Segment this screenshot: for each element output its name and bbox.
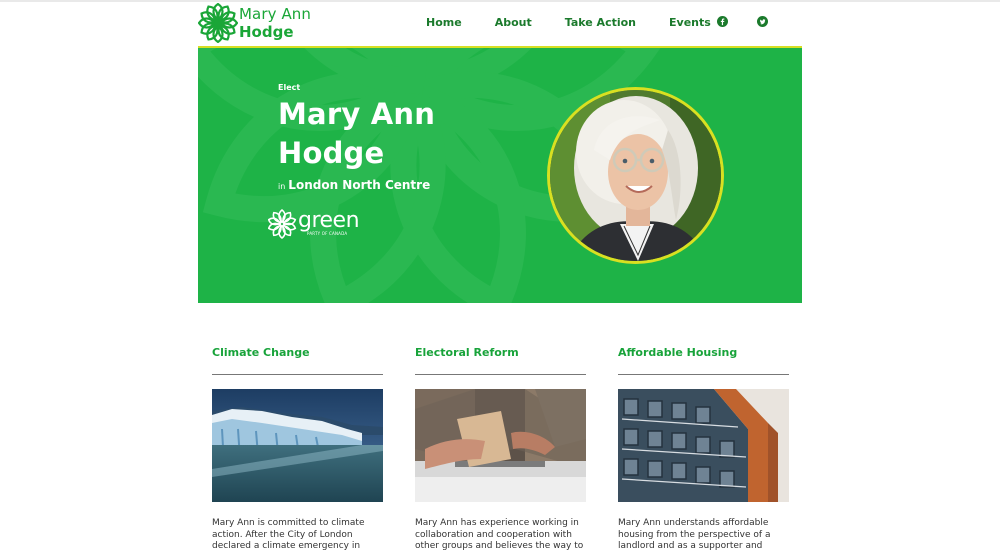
flower-logo-icon[interactable] <box>198 3 238 43</box>
main-nav: Home About Take Action Events <box>426 16 744 29</box>
apartment-building-photo[interactable] <box>618 389 789 502</box>
candidate-portrait <box>547 87 724 264</box>
issue-divider <box>415 374 586 375</box>
twitter-icon[interactable] <box>757 16 768 27</box>
issue-column-housing: Affordable Housing Mary Ann understands … <box>618 346 789 550</box>
issue-divider <box>212 374 383 375</box>
facebook-icon[interactable] <box>717 16 728 27</box>
nav-home[interactable]: Home <box>426 16 462 29</box>
issue-column-electoral: Electoral Reform Mary Ann has experience… <box>415 346 586 550</box>
portrait-illustration <box>550 90 721 261</box>
hero-banner: Elect Mary Ann Hodge in London North Cent… <box>198 48 802 303</box>
site-logo-text[interactable]: Mary Ann Hodge <box>239 5 311 41</box>
issue-text: Mary Ann is committed to climate action.… <box>212 518 365 550</box>
issue-title[interactable]: Electoral Reform <box>415 346 586 362</box>
issue-title[interactable]: Affordable Housing <box>618 346 789 362</box>
site-header: Mary Ann Hodge Home About Take Action Ev… <box>198 2 802 46</box>
issue-title[interactable]: Climate Change <box>212 346 383 362</box>
party-wordmark: green <box>298 208 360 233</box>
issue-divider <box>618 374 789 375</box>
glacier-photo[interactable] <box>212 389 383 502</box>
logo-line-last: Hodge <box>239 23 294 41</box>
nav-events[interactable]: Events <box>669 16 711 29</box>
riding-line: in London North Centre <box>278 174 430 193</box>
hero-elect-label: Elect <box>278 83 301 92</box>
riding-prefix: in <box>278 182 286 191</box>
issue-text: Mary Ann understands affordable housing … <box>618 518 771 550</box>
nav-take-action[interactable]: Take Action <box>565 16 636 29</box>
logo-line-first: Mary Ann <box>239 5 312 23</box>
party-subtitle: PARTY OF CANADA <box>307 231 348 236</box>
ballot-box-photo[interactable] <box>415 389 586 502</box>
candidate-name: Mary Ann Hodge <box>278 97 436 170</box>
issue-column-climate: Climate Change Mary Ann is committed to … <box>212 346 383 550</box>
nav-about[interactable]: About <box>495 16 532 29</box>
riding-name: London North Centre <box>288 178 431 192</box>
issue-text: Mary Ann has experience working in colla… <box>415 518 584 550</box>
